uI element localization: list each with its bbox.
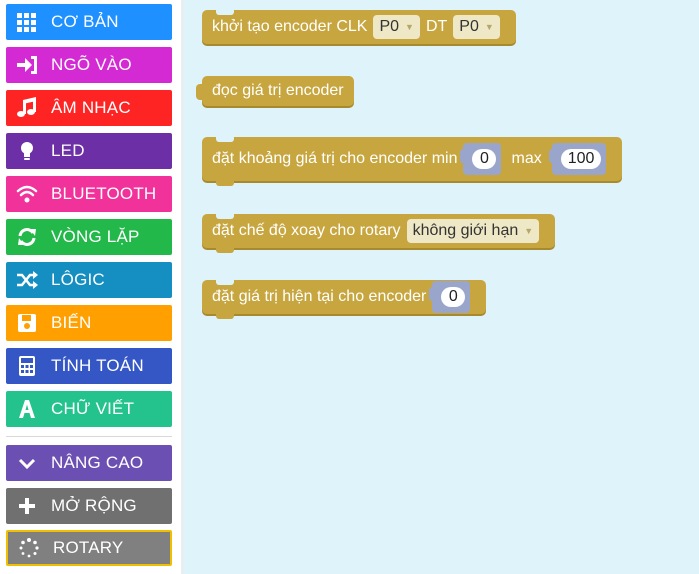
rotary-mode-dropdown[interactable]: không giới hạn ▼ (406, 219, 540, 243)
category-label: CƠ BẢN (51, 12, 119, 31)
dropdown-arrow-icon: ▼ (484, 22, 494, 32)
dropdown-value: P0 (379, 18, 400, 35)
dt-pin-dropdown[interactable]: P0 ▼ (453, 15, 500, 39)
category-label: BIẾN (51, 313, 92, 332)
block-text: đặt chế độ xoay cho rotary (212, 222, 401, 239)
dt-label: DT (425, 18, 448, 35)
block-output-tab (196, 84, 204, 100)
current-value-slot[interactable]: 0 (429, 281, 471, 313)
category-ngo-vao[interactable]: NGÕ VÀO (6, 47, 172, 83)
min-value-input[interactable]: 0 (472, 149, 497, 169)
category-label: CHỮ VIẾT (51, 399, 135, 418)
calculator-icon (15, 354, 39, 378)
lightbulb-icon (15, 139, 39, 163)
block-tab (216, 248, 234, 253)
dropdown-arrow-icon: ▼ (405, 22, 414, 32)
toolbox-divider (6, 436, 172, 437)
block-text: đặt khoảng giá trị cho encoder min (212, 150, 458, 167)
category-chu-viet[interactable]: CHỮ VIẾT (6, 391, 172, 427)
category-toolbox: CƠ BẢN NGÕ VÀO ÂM NHẠC LED BLUETOOTH VÒN… (0, 0, 181, 574)
category-label: NGÕ VÀO (51, 55, 132, 74)
dropdown-value: P0 (459, 18, 479, 35)
max-value-slot[interactable]: 100 (548, 143, 607, 175)
dropdown-arrow-icon: ▼ (524, 226, 534, 236)
category-rotary[interactable]: ROTARY (6, 530, 172, 566)
dropdown-value: không giới hạn (412, 222, 519, 239)
category-co-ban[interactable]: CƠ BẢN (6, 4, 172, 40)
category-mo-rong[interactable]: MỞ RỘNG (6, 488, 172, 524)
min-value-slot[interactable]: 0 (460, 143, 502, 175)
category-label: NÂNG CAO (51, 453, 144, 472)
spinner-icon (17, 536, 41, 560)
shuffle-icon (15, 268, 39, 292)
block-notch (216, 214, 234, 219)
font-icon (15, 397, 39, 421)
block-tab (216, 181, 234, 186)
category-label: MỞ RỘNG (51, 496, 137, 515)
category-vong-lap[interactable]: VÒNG LẶP (6, 219, 172, 255)
category-label: ROTARY (53, 538, 124, 557)
category-label: VÒNG LẶP (51, 227, 140, 246)
block-notch (216, 280, 234, 285)
grid-icon (15, 10, 39, 34)
category-label: LÔGIC (51, 270, 105, 289)
category-bien[interactable]: BIẾN (6, 305, 172, 341)
category-led[interactable]: LED (6, 133, 172, 169)
block-text: đặt giá trị hiện tại cho encoder (212, 288, 427, 305)
refresh-icon (15, 225, 39, 249)
block-notch (216, 10, 234, 15)
category-logic[interactable]: LÔGIC (6, 262, 172, 298)
wifi-icon (15, 182, 39, 206)
category-label: LED (51, 141, 85, 160)
category-bluetooth[interactable]: BLUETOOTH (6, 176, 172, 212)
max-label: max (511, 150, 542, 167)
set-rotary-mode-block[interactable]: đặt chế độ xoay cho rotary không giới hạ… (202, 214, 556, 253)
sign-in-icon (15, 53, 39, 77)
set-current-value-block[interactable]: đặt giá trị hiện tại cho encoder 0 (202, 280, 487, 319)
block-tab (216, 314, 234, 319)
max-value-input[interactable]: 100 (560, 149, 602, 169)
chevron-down-icon (15, 451, 39, 475)
block-workspace[interactable]: khởi tạo encoder CLK P0 ▼ DT P0 ▼ đọc giá … (184, 0, 699, 574)
current-value-input[interactable]: 0 (441, 287, 466, 307)
block-text: đọc giá trị encoder (212, 82, 344, 99)
category-label: TÍNH TOÁN (51, 356, 144, 375)
block-text: khởi tạo encoder CLK (212, 18, 368, 35)
init-encoder-block[interactable]: khởi tạo encoder CLK P0 ▼ DT P0 ▼ (202, 10, 516, 44)
set-range-block[interactable]: đặt khoảng giá trị cho encoder min 0 max… (202, 137, 623, 186)
music-note-icon (15, 96, 39, 120)
category-tinh-toan[interactable]: TÍNH TOÁN (6, 348, 172, 384)
category-label: ÂM NHẠC (51, 98, 131, 117)
clk-pin-dropdown[interactable]: P0 ▼ (373, 15, 420, 39)
category-am-nhac[interactable]: ÂM NHẠC (6, 90, 172, 126)
category-nang-cao[interactable]: NÂNG CAO (6, 445, 172, 481)
plus-icon (15, 494, 39, 518)
save-icon (15, 311, 39, 335)
category-label: BLUETOOTH (51, 184, 157, 203)
read-encoder-block[interactable]: đọc giá trị encoder (196, 76, 354, 106)
block-notch (216, 137, 234, 142)
